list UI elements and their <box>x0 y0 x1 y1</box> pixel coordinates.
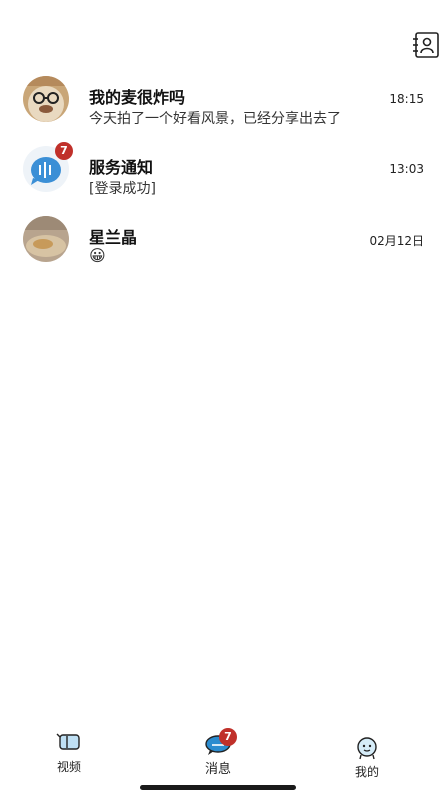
home-indicator <box>140 785 296 790</box>
conversation-name: 我的麦很炸吗 <box>89 88 186 107</box>
tab-profile[interactable]: 我的 <box>327 720 407 780</box>
cat-photo-avatar <box>23 76 69 122</box>
avatar: 7 <box>23 142 73 192</box>
contacts-button[interactable] <box>410 30 442 60</box>
avatar <box>23 216 69 262</box>
tab-unread-badge: 7 <box>219 728 237 746</box>
video-icon <box>56 733 80 750</box>
conversation-preview: 😀 <box>89 246 106 265</box>
conversation-item[interactable]: 7 服务通知 [登录成功] 13:03 <box>0 142 448 212</box>
tab-label: 我的 <box>354 765 379 779</box>
conversation-item[interactable]: 我的麦很炸吗 今天拍了一个好看风景，已经分享出去了 18:15 <box>0 76 448 142</box>
conversation-time: 18:15 <box>389 92 424 106</box>
tab-messages[interactable]: 7 消息 <box>178 720 258 780</box>
top-bar <box>0 0 448 66</box>
profile-icon <box>357 737 377 760</box>
food-photo-avatar <box>23 216 69 262</box>
contact-book-icon <box>413 32 439 58</box>
conversation-name: 星兰晶 <box>89 228 138 247</box>
conversation-name: 服务通知 <box>89 158 154 177</box>
tab-label: 视频 <box>56 760 81 774</box>
conversation-preview: 今天拍了一个好看风景，已经分享出去了 <box>89 111 341 127</box>
conversation-item[interactable]: 星兰晶 😀 02月12日 <box>0 216 448 282</box>
tab-video[interactable]: 视频 <box>29 720 109 780</box>
unread-badge: 7 <box>55 142 73 160</box>
conversation-preview: [登录成功] <box>89 181 156 197</box>
avatar <box>23 76 69 122</box>
conversation-time: 13:03 <box>389 162 424 176</box>
tab-label: 消息 <box>204 762 231 777</box>
conversation-time: 02月12日 <box>369 234 424 248</box>
